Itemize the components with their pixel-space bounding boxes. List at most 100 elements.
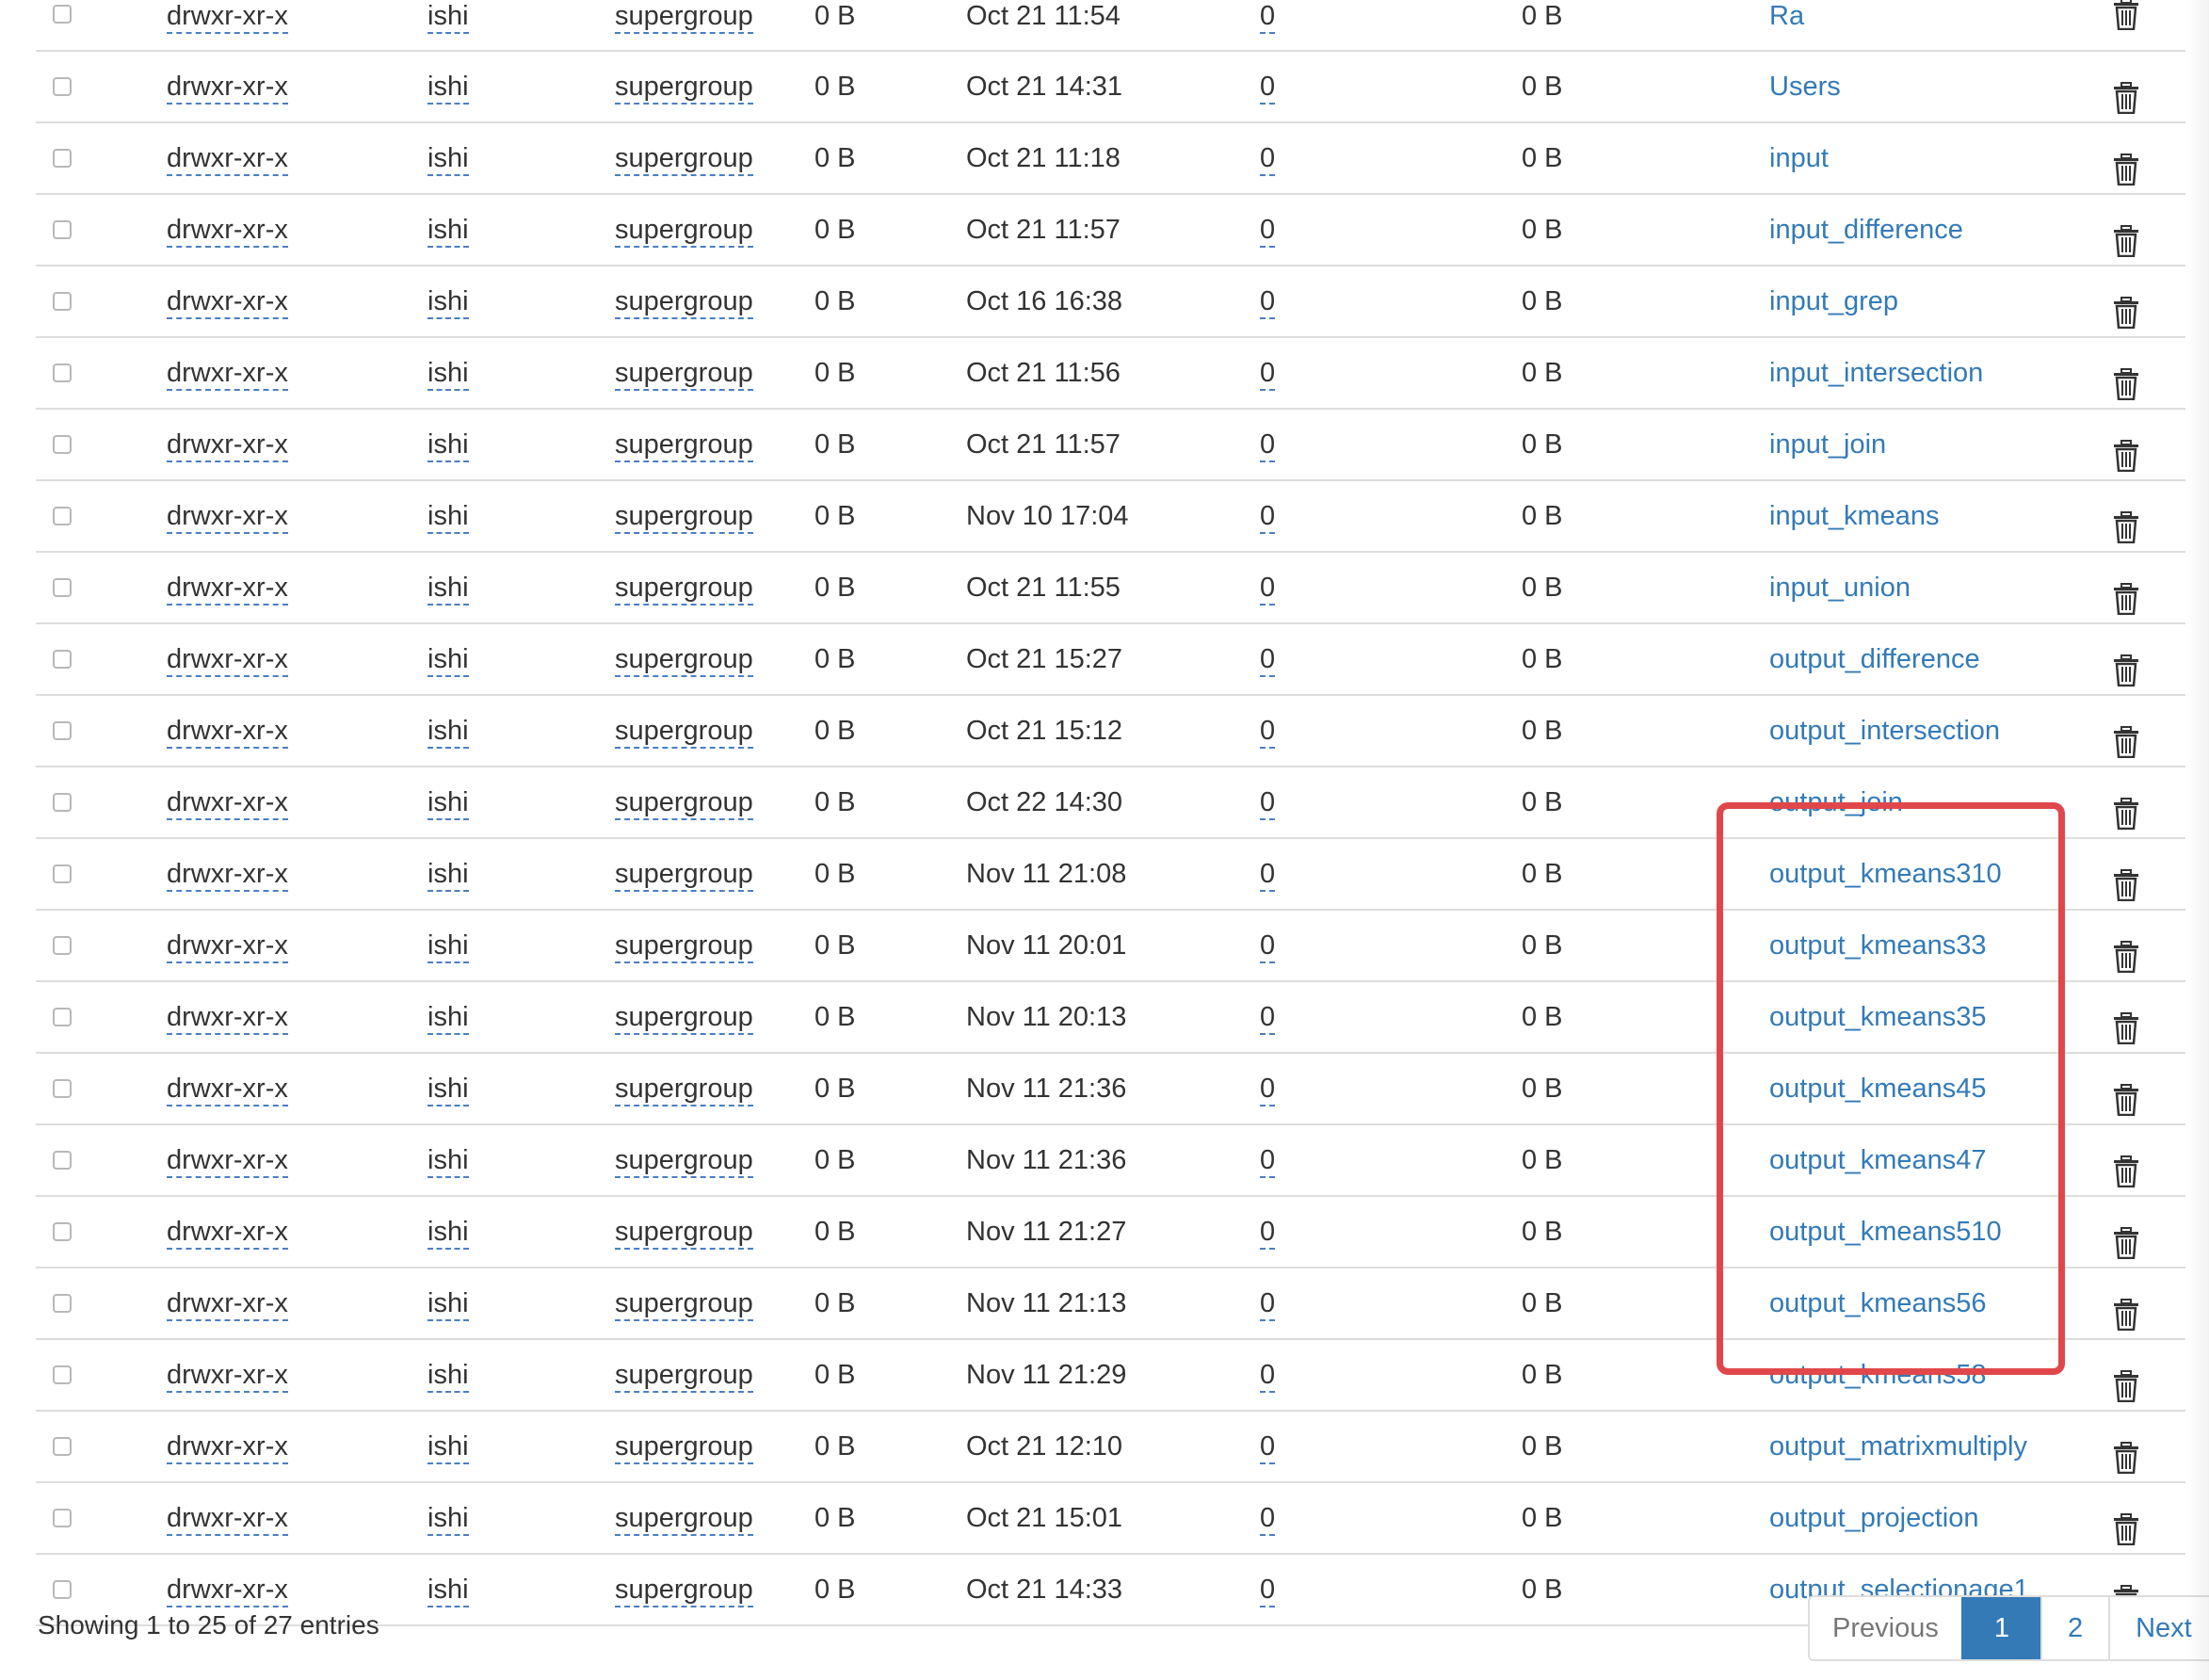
block-size-cell: 0 B bbox=[1522, 215, 1563, 245]
row-checkbox[interactable] bbox=[53, 1008, 72, 1026]
row-checkbox[interactable] bbox=[53, 721, 72, 740]
permission-cell: drwxr-xr-x bbox=[167, 1503, 288, 1536]
file-name-link[interactable]: input_join bbox=[1769, 410, 1886, 479]
table-row: drwxr-xr-x ishi supergroup 0 B Oct 21 12:10 0… bbox=[36, 1412, 2185, 1483]
file-name-link[interactable]: input_union bbox=[1769, 553, 1911, 622]
permission-cell: drwxr-xr-x bbox=[167, 573, 288, 606]
file-name-link[interactable]: output_kmeans47 bbox=[1769, 1125, 1987, 1195]
row-checkbox[interactable] bbox=[53, 793, 72, 812]
trash-icon[interactable] bbox=[2112, 214, 2140, 258]
trash-icon[interactable] bbox=[2112, 858, 2140, 902]
block-size-cell: 0 B bbox=[1522, 72, 1563, 102]
modified-cell: Oct 21 11:54 bbox=[966, 1, 1121, 31]
file-name-link[interactable]: output_kmeans35 bbox=[1769, 982, 1987, 1052]
row-checkbox[interactable] bbox=[53, 650, 72, 669]
trash-icon[interactable] bbox=[2112, 572, 2140, 616]
modified-cell: Nov 10 17:04 bbox=[966, 501, 1129, 531]
trash-icon[interactable] bbox=[2112, 715, 2140, 759]
file-name-link[interactable]: output_kmeans310 bbox=[1769, 839, 2002, 909]
file-name-link[interactable]: output_kmeans56 bbox=[1769, 1268, 1987, 1338]
group-cell: supergroup bbox=[615, 1503, 753, 1536]
trash-icon[interactable] bbox=[2112, 0, 2140, 31]
trash-icon[interactable] bbox=[2112, 1001, 2140, 1045]
file-listing-table: drwxr-xr-x ishi supergroup 0 B Oct 21 11:54 0… bbox=[36, 0, 2185, 1626]
row-checkbox[interactable] bbox=[53, 149, 72, 168]
file-name-link[interactable]: output_kmeans45 bbox=[1769, 1054, 1987, 1123]
table-row: drwxr-xr-x ishi supergroup 0 B Nov 11 21:36 0… bbox=[36, 1125, 2185, 1197]
file-name-link[interactable]: input bbox=[1769, 123, 1829, 193]
row-checkbox[interactable] bbox=[53, 1079, 72, 1098]
file-name-link[interactable]: output_join bbox=[1769, 767, 1903, 837]
row-checkbox[interactable] bbox=[53, 936, 72, 955]
file-name-link[interactable]: input_difference bbox=[1769, 195, 1963, 265]
permission-cell: drwxr-xr-x bbox=[167, 72, 288, 105]
owner-cell: ishi bbox=[427, 716, 469, 749]
owner-cell: ishi bbox=[427, 930, 469, 963]
row-checkbox[interactable] bbox=[53, 1365, 72, 1384]
block-size-cell: 0 B bbox=[1522, 1503, 1563, 1533]
trash-icon[interactable] bbox=[2112, 142, 2140, 186]
trash-icon[interactable] bbox=[2112, 1216, 2140, 1260]
trash-icon[interactable] bbox=[2112, 1502, 2140, 1546]
trash-icon[interactable] bbox=[2112, 428, 2140, 473]
row-checkbox[interactable] bbox=[53, 292, 72, 311]
trash-icon[interactable] bbox=[2112, 643, 2140, 687]
page-1-button[interactable]: 1 bbox=[1960, 1597, 2040, 1659]
size-cell: 0 B bbox=[814, 215, 856, 245]
table-row: drwxr-xr-x ishi supergroup 0 B Nov 11 21:36 0… bbox=[36, 1054, 2185, 1125]
page-2-button[interactable]: 2 bbox=[2040, 1597, 2109, 1659]
file-name-link[interactable]: output_intersection bbox=[1769, 696, 2000, 766]
trash-icon[interactable] bbox=[2112, 786, 2140, 831]
file-name-link[interactable]: input_intersection bbox=[1769, 338, 1983, 408]
row-checkbox[interactable] bbox=[53, 1580, 72, 1599]
row-checkbox[interactable] bbox=[53, 435, 72, 454]
file-name-link[interactable]: input_kmeans bbox=[1769, 481, 1940, 551]
modified-cell: Nov 11 21:08 bbox=[966, 859, 1127, 889]
trash-icon[interactable] bbox=[2112, 1073, 2140, 1117]
file-name-link[interactable]: Ra bbox=[1769, 0, 1804, 32]
file-name-link[interactable]: output_kmeans510 bbox=[1769, 1197, 2002, 1267]
replication-cell: 0 bbox=[1260, 1503, 1276, 1536]
row-checkbox[interactable] bbox=[53, 1437, 72, 1456]
permission-cell: drwxr-xr-x bbox=[167, 1074, 288, 1107]
row-checkbox[interactable] bbox=[53, 1222, 72, 1241]
row-checkbox[interactable] bbox=[53, 220, 72, 239]
trash-icon[interactable] bbox=[2112, 500, 2140, 544]
row-checkbox[interactable] bbox=[53, 1151, 72, 1170]
group-cell: supergroup bbox=[615, 1431, 753, 1464]
row-checkbox[interactable] bbox=[53, 363, 72, 382]
size-cell: 0 B bbox=[814, 1002, 856, 1032]
row-checkbox[interactable] bbox=[53, 77, 72, 96]
previous-button[interactable]: Previous bbox=[1810, 1597, 1961, 1659]
table-row: drwxr-xr-x ishi supergroup 0 B Nov 11 20:13 0… bbox=[36, 982, 2185, 1054]
trash-icon[interactable] bbox=[2112, 929, 2140, 974]
replication-cell: 0 bbox=[1260, 72, 1276, 105]
trash-icon[interactable] bbox=[2112, 1359, 2140, 1403]
file-name-link[interactable]: Users bbox=[1769, 52, 1841, 121]
group-cell: supergroup bbox=[615, 1002, 753, 1035]
file-name-link[interactable]: input_grep bbox=[1769, 267, 1898, 336]
group-cell: supergroup bbox=[615, 787, 753, 820]
permission-cell: drwxr-xr-x bbox=[167, 429, 288, 462]
trash-icon[interactable] bbox=[2112, 1144, 2140, 1188]
row-checkbox[interactable] bbox=[53, 1509, 72, 1527]
trash-icon[interactable] bbox=[2112, 285, 2140, 330]
file-name-link[interactable]: output_projection bbox=[1769, 1483, 1979, 1553]
row-checkbox[interactable] bbox=[53, 864, 72, 883]
replication-cell: 0 bbox=[1260, 930, 1276, 963]
modified-cell: Oct 21 14:31 bbox=[966, 72, 1123, 102]
file-name-link[interactable]: output_difference bbox=[1769, 624, 1980, 694]
row-checkbox[interactable] bbox=[53, 578, 72, 597]
row-checkbox[interactable] bbox=[53, 5, 72, 24]
trash-icon[interactable] bbox=[2112, 1430, 2140, 1475]
group-cell: supergroup bbox=[615, 501, 753, 534]
row-checkbox[interactable] bbox=[53, 1294, 72, 1313]
trash-icon[interactable] bbox=[2112, 1287, 2140, 1332]
trash-icon[interactable] bbox=[2112, 71, 2140, 115]
file-name-link[interactable]: output_kmeans33 bbox=[1769, 911, 1987, 980]
modified-cell: Nov 11 20:13 bbox=[966, 1002, 1127, 1032]
file-name-link[interactable]: output_kmeans58 bbox=[1769, 1340, 1987, 1410]
trash-icon[interactable] bbox=[2112, 357, 2140, 401]
row-checkbox[interactable] bbox=[53, 507, 72, 525]
file-name-link[interactable]: output_matrixmultiply bbox=[1769, 1412, 2027, 1481]
